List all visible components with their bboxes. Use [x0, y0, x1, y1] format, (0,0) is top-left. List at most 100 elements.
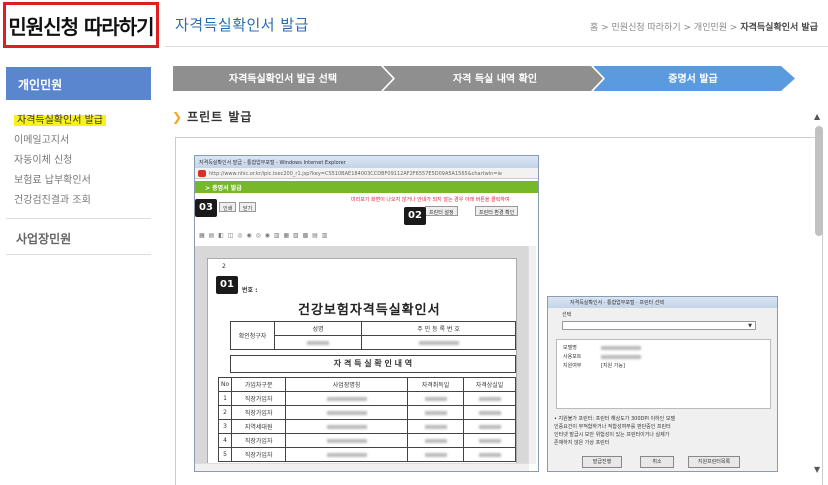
document-title: 건강보험자격득실확인서	[298, 303, 441, 318]
row-type: 직장가입자	[231, 391, 287, 406]
sidebar-section-personal[interactable]: 개인민원	[6, 67, 151, 100]
row-no: 1	[217, 391, 233, 406]
ie-window-screenshot: 자격득실확인서 발급 - 통합업무포털 - Windows Internet E…	[194, 155, 539, 472]
table-row: 4 직장가입자	[217, 433, 516, 448]
chevron-down-icon: ▼	[748, 323, 752, 329]
row-type: 직장가입자	[231, 433, 287, 448]
printer-info-group: 모델명 사용포트 지원여부 [지원 가능]	[556, 339, 771, 409]
printer-check-button[interactable]: 프린터 환경 확인	[475, 206, 519, 216]
sidebar-list: 자격득실확인서 발급 이메일고지서 자동이체 신청 보험료 납부확인서 건강검진…	[14, 114, 106, 214]
sidebar-item-payment-confirm[interactable]: 보험료 납부확인서	[14, 174, 106, 194]
ie-notice-text: 미리보기 화면이 나오지 않거나 안내가 되지 않는 경우 아래 버튼을 클릭하…	[351, 197, 510, 203]
printer-select-label: 선택	[562, 312, 572, 318]
applicant-table: 확인청구자 성명 주 민 등 록 번 호	[230, 321, 516, 350]
column-header: No	[217, 377, 233, 392]
issue-number-label: 번호 :	[242, 287, 258, 294]
breadcrumb-sep: >	[729, 23, 738, 33]
chevron-right-icon: ❯	[172, 110, 184, 124]
column-header: 사업장명칭	[285, 377, 408, 392]
row-type: 지역세대원	[231, 419, 287, 434]
callout-badge: 03	[195, 199, 217, 217]
callout-badge: 02	[404, 207, 426, 225]
applicant-label: 확인청구자	[230, 321, 275, 350]
step-2-label: 자격 득실 내역 확인	[453, 72, 537, 85]
name-value	[273, 335, 363, 350]
printer-setup-button[interactable]: 프린터 설정	[425, 206, 458, 216]
page-scrollbar[interactable]: ▲ ▼	[812, 112, 826, 474]
table-row: 3 지역세대원	[217, 419, 516, 434]
table-row: 1 직장가입자	[217, 391, 516, 406]
printer-support-row: 지원여부 [지원 가능]	[563, 363, 625, 369]
step-progress: 자격득실확인서 발급 선택 자격 득실 내역 확인 증명서 발급	[173, 66, 796, 91]
ie-vertical-scrollbar[interactable]	[528, 246, 536, 464]
breadcrumb-level1[interactable]: 민원신청 따라하기	[612, 23, 681, 33]
scroll-up-icon[interactable]: ▲	[814, 112, 820, 121]
breadcrumb: 홈 > 민원신청 따라하기 > 개인민원 > 자격득실확인서 발급	[590, 20, 818, 33]
page-root: 민원신청 따라하기 자격득실확인서 발급 홈 > 민원신청 따라하기 > 개인민…	[0, 0, 828, 485]
breadcrumb-sep: >	[683, 23, 692, 33]
brand-title: 민원신청 따라하기	[3, 2, 159, 48]
row-type: 직장가입자	[231, 447, 287, 462]
column-header: 가입자구분	[231, 377, 287, 392]
document-viewer: 2 번호 : 건강보험자격득실확인서 확인청구자 성명 주 민 등 록 번 호 …	[195, 246, 529, 468]
sidebar-item-label: 보험료 납부확인서	[14, 175, 91, 186]
name-header: 성명	[273, 321, 363, 336]
printer-notice-text: • 지원불가 프린터: 프린터 해상도가 300DPI 이하인 모델 인증요건이…	[554, 416, 676, 446]
breadcrumb-home[interactable]: 홈	[590, 23, 598, 33]
sidebar-item-qualification[interactable]: 자격득실확인서 발급	[14, 114, 106, 134]
printer-port-row: 사용포트	[563, 353, 764, 362]
history-table: No 가입자구분 사업장명칭 자격취득일 자격상실일 1 직장가입자 2 직장가…	[217, 377, 516, 462]
sidebar-item-label: 이메일고지서	[14, 135, 70, 146]
page-number: 2	[222, 263, 226, 270]
breadcrumb-current: 자격득실확인서 발급	[740, 23, 818, 33]
table-row: 5 직장가입자	[217, 447, 516, 462]
header-divider	[165, 46, 828, 47]
table-row: 2 직장가입자	[217, 405, 516, 420]
printer-select[interactable]: ▼	[562, 321, 756, 330]
row-no: 4	[217, 433, 233, 448]
sidebar-item-label: 자동이체 신청	[14, 155, 73, 166]
ie-horizontal-scrollbar[interactable]	[195, 463, 529, 471]
printer-select-dialog: 자격득실확인서 · 통합업무포털 · 프린터 선택 선택 ▼ 모델명 사용포트 …	[547, 296, 778, 472]
sidebar-divider	[6, 218, 151, 219]
issue-proceed-button[interactable]: 발급진행	[582, 456, 622, 468]
ie-url-text: http://www.nhic.or.kr/ipic.tsec200_r1.js…	[209, 171, 502, 177]
dialog-title-bar: 자격득실확인서 · 통합업무포털 · 프린터 선택	[548, 297, 777, 308]
sidebar-divider	[6, 254, 151, 255]
sidebar-item-label: 건강검진결과 조회	[14, 195, 91, 206]
column-header: 자격상실일	[463, 377, 516, 392]
rrn-header: 주 민 등 록 번 호	[361, 321, 516, 336]
viewer-toolbar: ▦ ▤ ◧ ◫ ◎ ◉ ◎ ◉ ▥ ▦ ▧ ▩ ▤ ▥	[199, 232, 329, 239]
cert-issue-bar: > 증명서 발급	[195, 181, 538, 193]
ie-address-bar: http://www.nhic.or.kr/ipic.tsec200_r1.js…	[195, 168, 538, 179]
certificate-document: 2 번호 : 건강보험자격득실확인서 확인청구자 성명 주 민 등 록 번 호 …	[207, 258, 517, 468]
breadcrumb-level2[interactable]: 개인민원	[694, 23, 727, 33]
step-3-label: 증명서 발급	[668, 72, 717, 85]
supported-printers-button[interactable]: 지원프린터목록	[688, 456, 740, 468]
printer-model-row: 모델명	[563, 344, 764, 353]
row-no: 2	[217, 405, 233, 420]
scrollbar-thumb[interactable]	[815, 126, 823, 236]
table-header-row: No 가입자구분 사업장명칭 자격취득일 자격상실일	[217, 377, 516, 392]
rrn-value	[361, 335, 516, 350]
page-title: 자격득실확인서 발급	[175, 16, 309, 34]
print-button[interactable]: 인쇄	[219, 202, 237, 212]
cancel-button[interactable]: 취소	[640, 456, 674, 468]
sidebar-item-auto-transfer[interactable]: 자동이체 신청	[14, 154, 106, 174]
ie-title-bar: 자격득실확인서 발급 - 통합업무포털 - Windows Internet E…	[195, 156, 538, 168]
column-header: 자격취득일	[407, 377, 464, 392]
sidebar-section-business[interactable]: 사업장민원	[16, 230, 71, 247]
section-title-text: 프린트 발급	[187, 110, 253, 124]
close-button[interactable]: 닫기	[239, 202, 257, 212]
step-1-label: 자격득실확인서 발급 선택	[229, 72, 337, 85]
row-type: 직장가입자	[231, 405, 287, 420]
scroll-down-icon[interactable]: ▼	[814, 465, 820, 474]
callout-badge: 01	[216, 276, 238, 294]
sidebar-item-label: 자격득실확인서 발급	[14, 115, 106, 126]
row-no: 5	[217, 447, 233, 462]
row-no: 3	[217, 419, 233, 434]
sidebar-item-email-bill[interactable]: 이메일고지서	[14, 134, 106, 154]
breadcrumb-sep: >	[601, 23, 609, 33]
history-title: 자 격 득 실 확 인 내 역	[230, 355, 516, 373]
sidebar-item-health-checkup[interactable]: 건강검진결과 조회	[14, 194, 106, 214]
